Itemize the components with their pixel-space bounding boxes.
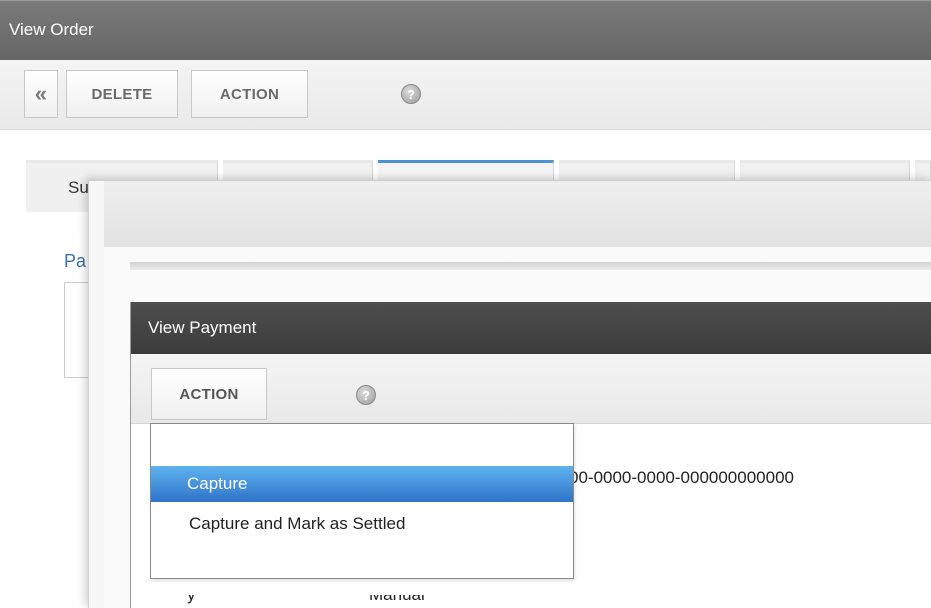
tab-label: Su (68, 178, 89, 197)
menu-item-capture[interactable]: Capture (151, 466, 573, 502)
menu-item-capture-and-settle[interactable]: Capture and Mark as Settled (151, 506, 573, 542)
modal-divider (130, 262, 931, 270)
chevron-double-left-icon: « (34, 81, 48, 106)
help-icon[interactable]: ? (401, 84, 421, 104)
back-button[interactable]: « (24, 70, 58, 118)
action-button[interactable]: ACTION (191, 70, 308, 118)
payment-title-bar: View Payment (131, 302, 931, 354)
help-icon[interactable]: ? (356, 385, 376, 405)
window-title-bar: View Order (0, 0, 931, 60)
order-toolbar: « DELETE ACTION ? (0, 60, 931, 130)
window-title: View Order (9, 20, 94, 39)
action-dropdown-menu: Capture Capture and Mark as Settled (150, 423, 574, 579)
payment-action-button[interactable]: ACTION (151, 368, 267, 420)
payment-title: View Payment (148, 318, 257, 337)
payment-label-fragment: y (187, 595, 207, 608)
modal-header (104, 181, 931, 247)
payment-method-value: Manual (369, 595, 425, 608)
delete-button[interactable]: DELETE (66, 70, 178, 118)
payment-toolbar: ACTION ? (131, 354, 931, 424)
section-title: Pa (64, 251, 87, 271)
payment-id-value: 00-0000-0000-000000000000 (569, 468, 794, 487)
